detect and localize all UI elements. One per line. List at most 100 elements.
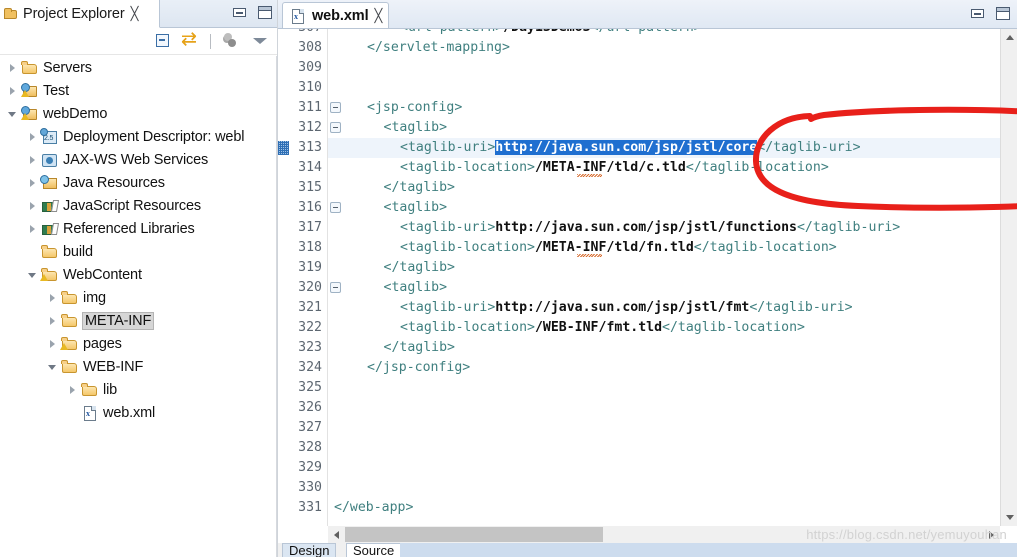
tree-item-webcontent[interactable]: WebContent (0, 263, 276, 286)
code-line[interactable]: 314 <taglib-location>/META-INF/tld/c.tld<… (278, 158, 1017, 178)
line-number: 324 (298, 360, 322, 375)
code-line[interactable]: 329 (278, 458, 1017, 478)
code-line[interactable]: 316 <taglib> (278, 198, 1017, 218)
chevron-right-icon[interactable] (65, 378, 80, 401)
chevron-right-icon[interactable] (25, 171, 40, 194)
tree-item-build[interactable]: build (0, 240, 276, 263)
code-line[interactable]: 322 <taglib-location>/WEB-INF/fmt.tld</ta… (278, 318, 1017, 338)
tree-item-web-inf[interactable]: WEB-INF (0, 355, 276, 378)
maximize-icon[interactable] (258, 6, 272, 19)
tab-project-explorer[interactable]: Project Explorer ╳ (0, 0, 160, 28)
code-text: <taglib-uri>http://java.sun.com/jsp/jstl… (400, 300, 853, 315)
code-line[interactable]: 331 </web-app> (278, 498, 1017, 518)
tree-item-web-xml[interactable]: x web.xml (0, 401, 276, 424)
code-line[interactable]: 319 </taglib> (278, 258, 1017, 278)
project-explorer-window-buttons (233, 6, 272, 19)
tree-item-servers[interactable]: Servers (0, 56, 276, 79)
code-line[interactable]: 326 (278, 398, 1017, 418)
code-text: <taglib> (383, 200, 448, 215)
code-text: <taglib> (383, 280, 448, 295)
code-line[interactable]: 312 <taglib> (278, 118, 1017, 138)
chevron-down-icon[interactable] (250, 32, 269, 50)
code-line[interactable]: 308 </servlet-mapping> (278, 38, 1017, 58)
folder-icon (60, 358, 80, 376)
code-text: <taglib-location>/WEB-INF/fmt.tld</tagli… (400, 320, 805, 335)
tree-item-java-resources[interactable]: Java Resources (0, 171, 276, 194)
code-line[interactable]: 309 (278, 58, 1017, 78)
scroll-up-icon[interactable] (1001, 29, 1017, 46)
collapse-all-icon[interactable] (152, 32, 171, 50)
code-line[interactable]: 328 (278, 438, 1017, 458)
chevron-down-icon[interactable] (5, 102, 20, 125)
code-line[interactable]: 310 (278, 78, 1017, 98)
chevron-right-icon[interactable] (5, 79, 20, 102)
folder-warning-icon (40, 266, 60, 284)
tree-item-deployment-descriptor-webl[interactable]: 2.5 Deployment Descriptor: webl (0, 125, 276, 148)
line-number: 308 (298, 40, 322, 55)
view-menu-icon[interactable] (221, 32, 240, 50)
chevron-right-icon[interactable] (45, 286, 60, 309)
code-line[interactable]: 320 <taglib> (278, 278, 1017, 298)
code-line[interactable]: 313 <taglib-uri>http://java.sun.com/jsp/j… (278, 138, 1017, 158)
code-line[interactable]: 327 (278, 418, 1017, 438)
project-tree[interactable]: Servers Test webDemo 2.5 Deployment Descript… (0, 56, 277, 557)
tree-item-webdemo[interactable]: webDemo (0, 102, 276, 125)
maximize-icon[interactable] (996, 7, 1010, 20)
vertical-scrollbar-thumb[interactable] (1003, 219, 1016, 299)
project-explorer-tab-row: Project Explorer ╳ (0, 0, 278, 28)
vertical-scrollbar[interactable] (1000, 29, 1017, 526)
code-text: <url-pattern>/Day13Demo3</url-pattern> (400, 29, 702, 38)
eclipse-ide-window: Project Explorer ╳ Servers Test webDemo 2.5… (0, 0, 1017, 557)
scroll-down-icon[interactable] (1001, 509, 1017, 526)
link-with-editor-icon[interactable] (181, 28, 200, 50)
tree-item-jax-ws-web-services[interactable]: JAX-WS Web Services (0, 148, 276, 171)
source-code-area[interactable]: 307 <url-pattern>/Day13Demo3</url-pattern… (278, 29, 1017, 526)
tree-item-lib[interactable]: lib (0, 378, 276, 401)
tree-item-pages[interactable]: pages (0, 332, 276, 355)
library-icon (40, 220, 60, 238)
code-line[interactable]: 324 </jsp-config> (278, 358, 1017, 378)
code-line[interactable]: 315 </taglib> (278, 178, 1017, 198)
chevron-right-icon[interactable] (25, 217, 40, 240)
code-text: <taglib-uri>http://java.sun.com/jsp/jstl… (400, 220, 901, 235)
horizontal-scrollbar-thumb[interactable] (345, 527, 603, 542)
line-number: 309 (298, 60, 322, 75)
minimize-icon[interactable] (971, 9, 984, 18)
chevron-right-icon[interactable] (25, 148, 40, 171)
code-line[interactable]: 330 (278, 478, 1017, 498)
close-icon[interactable]: ╳ (131, 6, 139, 22)
line-number: 318 (298, 240, 322, 255)
tree-item-label: img (83, 289, 106, 306)
tree-item-javascript-resources[interactable]: JavaScript Resources (0, 194, 276, 217)
code-line[interactable]: 307 <url-pattern>/Day13Demo3</url-pattern… (278, 29, 1017, 38)
chevron-right-icon[interactable] (25, 125, 40, 148)
chevron-right-icon[interactable] (45, 309, 60, 332)
chevron-right-icon[interactable] (25, 194, 40, 217)
tree-item-label: webDemo (43, 105, 108, 122)
code-line[interactable]: 318 <taglib-location>/META-INF/tld/fn.tld… (278, 238, 1017, 258)
chevron-right-icon[interactable] (5, 56, 20, 79)
tab-source[interactable]: Source (346, 543, 402, 557)
folder-warning-icon (60, 335, 80, 353)
chevron-down-icon[interactable] (25, 263, 40, 286)
tab-design[interactable]: Design (282, 543, 337, 557)
tab-web-xml[interactable]: x web.xml ╳ (282, 2, 390, 29)
code-text: </taglib> (383, 180, 455, 195)
scroll-left-icon[interactable] (328, 526, 345, 543)
tree-item-test[interactable]: Test (0, 79, 276, 102)
spell-squiggle (577, 174, 602, 177)
code-line[interactable]: 311 <jsp-config> (278, 98, 1017, 118)
tree-item-referenced-libraries[interactable]: Referenced Libraries (0, 217, 276, 240)
minimize-icon[interactable] (233, 8, 246, 17)
chevron-right-icon[interactable] (45, 332, 60, 355)
tree-item-meta-inf[interactable]: META-INF (0, 309, 276, 332)
spell-squiggle (577, 254, 602, 257)
code-line[interactable]: 325 (278, 378, 1017, 398)
code-line[interactable]: 321 <taglib-uri>http://java.sun.com/jsp/j… (278, 298, 1017, 318)
close-icon[interactable]: ╳ (375, 8, 383, 24)
tree-item-img[interactable]: img (0, 286, 276, 309)
code-line[interactable]: 317 <taglib-uri>http://java.sun.com/jsp/j… (278, 218, 1017, 238)
chevron-down-icon[interactable] (45, 355, 60, 378)
code-text: <taglib> (383, 120, 448, 135)
code-line[interactable]: 323 </taglib> (278, 338, 1017, 358)
